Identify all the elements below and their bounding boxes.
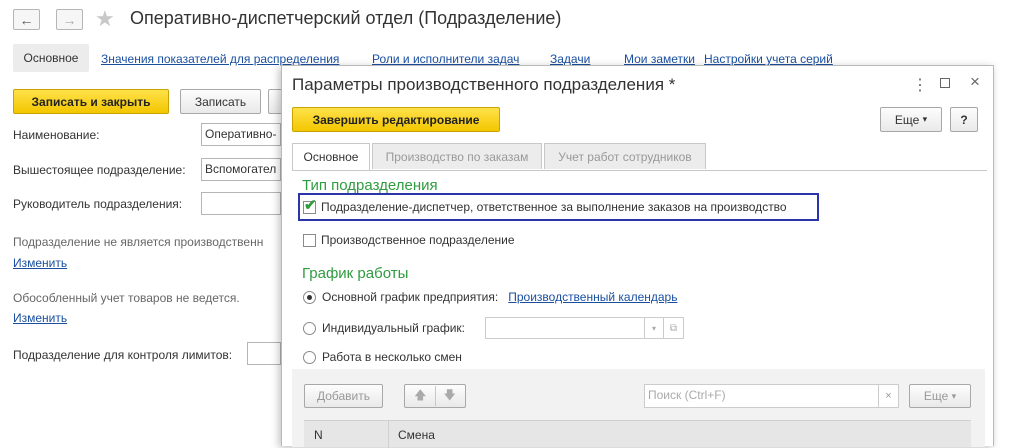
- move-buttons[interactable]: 🡅 🡇: [404, 384, 466, 408]
- name-label: Наименование:: [13, 128, 100, 142]
- dialog-tab-orders-label: Производство по заказам: [385, 149, 529, 164]
- production-checkbox-label: Производственное подразделение: [321, 233, 515, 247]
- dialog-more-label: Еще: [894, 112, 920, 127]
- column-header-n: N: [314, 428, 323, 442]
- radio-individual-row[interactable]: Индивидуальный график:: [303, 321, 465, 335]
- production-calendar-link[interactable]: Производственный календарь: [508, 290, 677, 304]
- dialog-tab-basic-label: Основное: [303, 150, 359, 164]
- radio-main-label: Основной график предприятия:: [322, 290, 499, 304]
- checkmark-icon: ✔: [304, 196, 317, 214]
- radio-shifts[interactable]: [303, 350, 316, 364]
- main-tab-series[interactable]: Настройки учета серий: [704, 52, 833, 66]
- table-more-button[interactable]: Еще ▾: [909, 384, 971, 408]
- production-checkbox[interactable]: [303, 233, 316, 247]
- main-tab-basic[interactable]: Основное: [13, 44, 89, 72]
- head-label: Руководитель подразделения:: [13, 197, 183, 211]
- limits-label: Подразделение для контроля лимитов:: [13, 348, 233, 362]
- dialog-tab-basic[interactable]: Основное: [292, 143, 370, 170]
- arrow-down-icon[interactable]: 🡇: [444, 386, 456, 407]
- more-button-partial[interactable]: [268, 89, 282, 114]
- radio-individual-label: Индивидуальный график:: [322, 321, 466, 335]
- limits-input[interactable]: [247, 342, 281, 365]
- parent-input[interactable]: Вспомогател: [201, 158, 281, 181]
- head-input[interactable]: [201, 192, 281, 215]
- main-tab-roles[interactable]: Роли и исполнители задач: [372, 52, 519, 66]
- dialog-title: Параметры производственного подразделени…: [292, 75, 676, 94]
- dispatcher-checkbox-label: Подразделение-диспетчер, ответственное з…: [321, 200, 787, 214]
- dialog-tab-work-label: Учет работ сотрудников: [558, 149, 692, 164]
- main-tab-tasks[interactable]: Задачи: [550, 52, 590, 66]
- add-button[interactable]: Добавить: [304, 384, 383, 408]
- back-button[interactable]: ←: [13, 9, 40, 30]
- parent-label: Вышестоящее подразделение:: [13, 163, 186, 177]
- radio-shifts-row[interactable]: Работа в несколько смен: [303, 350, 462, 364]
- help-button[interactable]: ?: [950, 107, 978, 132]
- main-tab-notes[interactable]: Мои заметки: [624, 52, 695, 66]
- dialog-tabs: Основное Производство по заказам Учет ра…: [292, 143, 987, 171]
- dropdown-arrow-icon: ▾: [922, 114, 928, 124]
- radio-dot-icon: [307, 294, 312, 300]
- production-checkbox-row[interactable]: Производственное подразделение: [303, 233, 515, 247]
- separate-accounting-text: Обособленный учет товаров не ведется.: [13, 291, 240, 305]
- dialog-window: Параметры производственного подразделени…: [281, 65, 994, 448]
- arrow-right-icon: →: [62, 11, 77, 28]
- save-and-close-button[interactable]: Записать и закрыть: [13, 89, 169, 114]
- table-more-arrow-icon: ▾: [951, 390, 957, 401]
- main-tab-distribution[interactable]: Значения показателей для распределения: [101, 52, 339, 66]
- radio-main-row[interactable]: Основной график предприятия: Производств…: [303, 290, 677, 304]
- search-input[interactable]: Поиск (Ctrl+F): [644, 384, 879, 408]
- dialog-tab-work[interactable]: Учет работ сотрудников: [544, 143, 706, 169]
- main-tab-basic-label: Основное: [23, 51, 79, 65]
- name-input[interactable]: Оперативно-: [201, 123, 281, 146]
- radio-shifts-label: Работа в несколько смен: [322, 350, 462, 364]
- schedule-section-title: График работы: [302, 265, 409, 282]
- not-production-text: Подразделение не является производственн: [13, 235, 264, 249]
- individual-schedule-input[interactable]: [485, 317, 645, 339]
- favorite-star-icon[interactable]: ★: [95, 6, 115, 32]
- column-header-shift: Смена: [398, 428, 435, 442]
- radio-individual[interactable]: [303, 321, 316, 335]
- maximize-icon[interactable]: [940, 78, 950, 88]
- arrow-left-icon: ←: [19, 11, 34, 28]
- move-divider: [434, 386, 436, 406]
- shifts-table-header: N Смена: [304, 420, 971, 448]
- radio-main[interactable]: [303, 290, 316, 304]
- change-accounting-link[interactable]: Изменить: [13, 311, 67, 325]
- dialog-more-button[interactable]: Еще ▾: [880, 107, 942, 132]
- save-button[interactable]: Записать: [180, 89, 261, 114]
- type-section-title: Тип подразделения: [302, 177, 438, 194]
- finish-editing-button[interactable]: Завершить редактирование: [292, 107, 500, 132]
- forward-button[interactable]: →: [56, 9, 83, 30]
- change-production-link[interactable]: Изменить: [13, 256, 67, 270]
- arrow-up-icon[interactable]: 🡅: [414, 386, 426, 407]
- dispatcher-checkbox-row[interactable]: ✔ Подразделение-диспетчер, ответственное…: [303, 197, 787, 214]
- dialog-menu-icon[interactable]: ⋮: [912, 75, 928, 95]
- open-icon[interactable]: ⧉: [664, 317, 684, 339]
- dispatcher-checkbox[interactable]: ✔: [303, 197, 317, 214]
- table-more-label: Еще: [923, 389, 949, 403]
- dialog-tab-orders[interactable]: Производство по заказам: [372, 143, 542, 169]
- clear-search-icon[interactable]: ×: [879, 384, 899, 408]
- dropdown-icon[interactable]: ▾: [644, 317, 664, 339]
- window-title: Оперативно-диспетчерский отдел (Подразде…: [130, 8, 562, 28]
- close-icon[interactable]: ×: [970, 72, 980, 92]
- column-divider: [388, 421, 389, 448]
